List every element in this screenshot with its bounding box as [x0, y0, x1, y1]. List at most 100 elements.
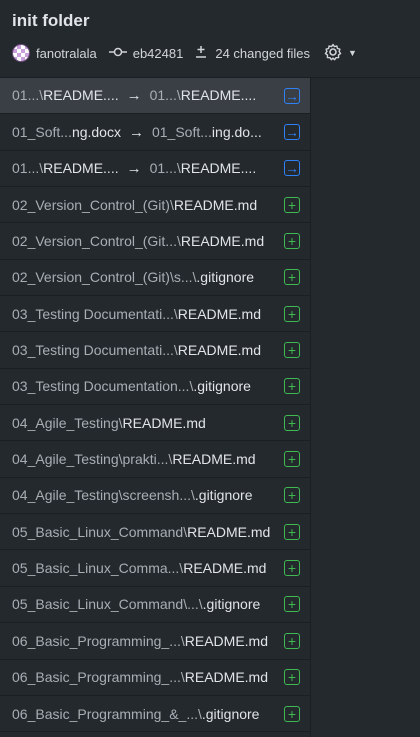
- file-name: README.md: [184, 632, 268, 649]
- arrow-right-icon: →: [126, 159, 142, 177]
- author-name: fanotralala: [36, 45, 97, 61]
- file-dir: 04_Agile_Testing\screensh...\: [12, 487, 195, 504]
- file-name: README.md: [173, 196, 258, 213]
- to-dir: 01_Soft...: [151, 123, 212, 140]
- file-dir: 06_Basic_Programming_&_...\: [12, 705, 202, 722]
- file-row[interactable]: 06_Basic_Programming_...\README.md +: [0, 660, 310, 696]
- file-renamed-icon: →: [284, 124, 300, 141]
- file-name: README.md: [180, 233, 265, 250]
- file-dir: 03_Testing Documentation...\: [12, 378, 194, 395]
- file-dir: 04_Agile_Testing\: [12, 414, 123, 431]
- file-added-icon: +: [284, 414, 300, 431]
- from-dir: 01...\: [12, 87, 44, 104]
- file-added-icon: +: [284, 233, 300, 250]
- file-path: 06_Basic_Programming_...\README.md: [12, 633, 276, 649]
- to-dir: 01...\: [149, 87, 181, 104]
- file-row[interactable]: 04_Agile_Testing\prakti...\README.md +: [0, 441, 310, 478]
- file-added-icon: +: [284, 560, 300, 577]
- file-path: 03_Testing Documentation...\.gitignore: [12, 378, 276, 394]
- file-row[interactable]: 01...\README.... → 01...\README.... →: [0, 151, 310, 188]
- file-name: README.md: [177, 305, 261, 322]
- file-row[interactable]: 02_Version_Control_(Git...\README.md +: [0, 223, 310, 260]
- file-path: 03_Testing Documentati...\README.md: [12, 342, 276, 358]
- file-dir: 02_Version_Control_(Git)\s...\: [12, 269, 197, 286]
- to-file: README....: [180, 159, 257, 176]
- file-name: .gitignore: [201, 705, 260, 722]
- avatar-icon: [12, 44, 30, 62]
- gear-icon: [324, 43, 342, 64]
- file-dir: 05_Basic_Linux_Command\: [12, 523, 188, 540]
- file-dir: 02_Version_Control_(Git...\: [12, 233, 181, 250]
- file-name: README.md: [172, 451, 256, 468]
- file-dir: 03_Testing Documentati...\: [12, 305, 178, 322]
- diff-icon: [195, 45, 209, 62]
- file-row[interactable]: 03_Testing Documentati...\README.md +: [0, 296, 310, 333]
- arrow-right-icon: →: [126, 87, 142, 105]
- file-row[interactable]: 04_Agile_Testing\README.md +: [0, 405, 310, 442]
- from-dir: 01_Soft...: [12, 123, 72, 140]
- file-row[interactable]: 03_Testing Documentati...\README.md +: [0, 332, 310, 369]
- file-name: README.md: [122, 414, 206, 431]
- file-added-icon: +: [284, 196, 300, 213]
- file-path: 02_Version_Control_(Git...\README.md: [12, 233, 276, 249]
- file-name: README.md: [183, 560, 267, 577]
- file-added-icon: +: [284, 596, 300, 613]
- settings-dropdown[interactable]: ▼: [324, 43, 357, 64]
- file-added-icon: +: [284, 669, 300, 686]
- changed-files-count: 24 changed files: [215, 45, 311, 61]
- file-row[interactable]: 03_Testing Documentation...\.gitignore +: [0, 369, 310, 406]
- to-dir: 01...\: [149, 159, 181, 176]
- file-row[interactable]: 01...\README.... → 01...\README.... →: [0, 78, 310, 115]
- file-row[interactable]: 05_Basic_Linux_Command\...\.gitignore +: [0, 587, 310, 624]
- arrow-right-icon: →: [128, 123, 144, 141]
- file-dir: 04_Agile_Testing\prakti...\: [12, 451, 173, 468]
- to-file: README....: [180, 87, 257, 104]
- chevron-down-icon: ▼: [348, 48, 357, 58]
- file-name: README.md: [184, 669, 268, 686]
- file-row[interactable]: 04_Agile_Testing\screensh...\.gitignore …: [0, 478, 310, 515]
- file-path: 06_Basic_Programming_&_...\.gitignore: [12, 706, 276, 722]
- from-file: README....: [43, 87, 119, 104]
- from-file: README....: [43, 159, 119, 176]
- file-path: 05_Basic_Linux_Comma...\README.md: [12, 560, 276, 576]
- file-name: .gitignore: [194, 487, 253, 504]
- file-renamed-icon: →: [284, 87, 300, 104]
- file-added-icon: +: [284, 269, 300, 286]
- file-path: 05_Basic_Linux_Command\...\.gitignore: [12, 596, 276, 612]
- from-dir: 01...\: [12, 159, 44, 176]
- file-row[interactable]: 05_Basic_Linux_Comma...\README.md +: [0, 550, 310, 587]
- changed-files-list: 01...\README.... → 01...\README.... → 01_S…: [0, 78, 311, 737]
- file-added-icon: +: [284, 451, 300, 468]
- file-path: 04_Agile_Testing\README.md: [12, 415, 276, 431]
- file-row[interactable]: 06_Basic_Programming_...\README.md +: [0, 623, 310, 660]
- file-dir: 03_Testing Documentati...\: [12, 342, 178, 359]
- file-row[interactable]: 06_Basic_Programming_&_...\.gitignore +: [0, 696, 310, 733]
- file-row[interactable]: 02_Version_Control_(Git)\s...\.gitignore…: [0, 260, 310, 297]
- file-path: 03_Testing Documentati...\README.md: [12, 306, 276, 322]
- file-added-icon: +: [284, 523, 300, 540]
- file-name: .gitignore: [202, 596, 261, 613]
- file-row[interactable]: 02_Version_Control_(Git)\README.md +: [0, 187, 310, 224]
- file-path: 01_Soft...ng.docx → 01_Soft...ing.do...: [12, 124, 276, 141]
- sha-value: eb42481: [132, 45, 184, 61]
- file-path: 01...\README.... → 01...\README....: [12, 87, 276, 104]
- file-dir: 06_Basic_Programming_...\: [12, 632, 185, 649]
- file-added-icon: +: [284, 305, 300, 322]
- file-path: 06_Basic_Programming_...\README.md: [12, 669, 276, 685]
- file-dir: 05_Basic_Linux_Comma...\: [12, 560, 184, 577]
- file-row[interactable]: 05_Basic_Linux_Command\README.md +: [0, 514, 310, 551]
- commit-meta: fanotralala eb42481 24 changed files ▼: [12, 42, 408, 64]
- file-added-icon: +: [284, 705, 300, 722]
- file-dir: 02_Version_Control_(Git)\: [12, 196, 174, 213]
- commit-header: init folder fanotralala eb42481 24 chang…: [0, 0, 420, 78]
- file-name: .gitignore: [196, 269, 255, 286]
- file-added-icon: +: [284, 342, 300, 359]
- to-file: ing.do...: [211, 123, 262, 140]
- file-added-icon: +: [284, 378, 300, 395]
- file-added-icon: +: [284, 487, 300, 504]
- commit-sha[interactable]: eb42481: [108, 45, 184, 61]
- file-name: .gitignore: [193, 378, 251, 395]
- file-row[interactable]: 01_Soft...ng.docx → 01_Soft...ing.do... →: [0, 114, 310, 151]
- file-path: 05_Basic_Linux_Command\README.md: [12, 524, 276, 540]
- git-commit-icon: [108, 46, 129, 61]
